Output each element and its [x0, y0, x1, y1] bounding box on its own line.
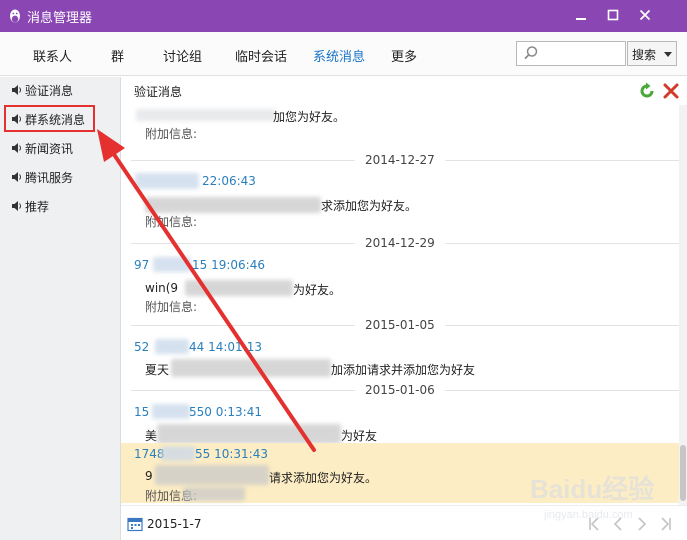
chevron-down-icon	[664, 52, 672, 57]
list-item[interactable]: 97 15 19:06:46 win(9 为好友。 附加信息:	[121, 255, 679, 315]
annotation-highlight-box	[4, 105, 95, 132]
message-time: 15 19:06:46	[192, 258, 265, 272]
date-separator: 2015-01-06	[121, 383, 679, 397]
redacted-text	[136, 109, 276, 121]
sidebar-item-label: 推荐	[25, 200, 50, 214]
speaker-icon	[12, 201, 21, 211]
tab-system-messages[interactable]: 系统消息	[313, 46, 365, 65]
redacted-text	[155, 465, 269, 485]
message-id: 15	[134, 405, 150, 419]
window-title: 消息管理器	[27, 11, 93, 26]
list-item[interactable]: 15 550 0:13:41 美 为好友	[121, 402, 679, 444]
message-time: 44 14:01:13	[189, 340, 262, 354]
list-item[interactable]: 52 44 14:01:13 夏天 加添加请求并添加您为好友	[121, 337, 679, 383]
qq-penguin-icon	[10, 9, 20, 23]
redacted-text	[145, 197, 321, 213]
message-extra: 附加信息:	[145, 215, 198, 229]
tab-bar: 联系人 群 讨论组 临时会话 系统消息 更多 搜索	[0, 32, 687, 76]
message-time: 22:06:43	[202, 174, 256, 188]
message-id: 52	[134, 340, 150, 354]
redacted-text	[153, 257, 191, 272]
calendar-icon[interactable]	[127, 516, 143, 532]
date-label: 2015-01-06	[365, 383, 435, 397]
tab-groups[interactable]: 群	[111, 46, 124, 65]
sidebar-item-label: 新闻资讯	[25, 142, 74, 156]
message-body: 求添加您为好友。	[321, 199, 418, 213]
date-separator: 2014-12-27	[121, 153, 679, 167]
refresh-icon[interactable]	[637, 81, 657, 101]
date-separator: 2014-12-29	[121, 236, 679, 250]
message-body-tail: 为好友。	[293, 283, 342, 297]
sidebar-item-label: 腾讯服务	[25, 171, 74, 185]
redacted-text	[135, 173, 199, 189]
message-time: 55 10:31:43	[195, 447, 268, 461]
maximize-icon	[607, 9, 619, 21]
tab-contacts[interactable]: 联系人	[33, 46, 72, 65]
date-label: 2015-01-05	[365, 318, 435, 332]
message-body: 夏天	[145, 363, 170, 377]
tab-discussion[interactable]: 讨论组	[163, 46, 202, 65]
message-body-tail: 为好友	[341, 429, 378, 443]
sidebar-item-verification[interactable]: 验证消息	[9, 80, 109, 100]
search-button-label: 搜索	[632, 48, 657, 62]
message-body-tail: 加添加请求并添加您为好友	[331, 363, 476, 377]
sidebar-item-recommend[interactable]: 推荐	[9, 196, 109, 216]
close-button[interactable]	[636, 6, 654, 24]
list-item[interactable]: 22:06:43 求添加您为好友。 附加信息:	[121, 171, 679, 229]
sidebar-item-news[interactable]: 新闻资讯	[9, 138, 109, 158]
redacted-text	[161, 446, 195, 461]
search-icon	[524, 46, 538, 60]
date-label: 2014-12-29	[365, 236, 435, 250]
scrollbar-thumb[interactable]	[680, 445, 686, 501]
watermark-url: jingyan.baidu.com	[544, 509, 633, 521]
date-separator: 2015-01-05	[121, 318, 679, 332]
sidebar: 验证消息 群系统消息 新闻资讯 腾讯服务 推荐	[0, 77, 121, 540]
title-bar: 消息管理器	[0, 0, 687, 32]
speaker-icon	[12, 85, 21, 95]
redacted-text	[155, 339, 189, 354]
baidu-watermark: Baidu经验 jingyan.baidu.com	[530, 455, 680, 533]
message-id: 97	[134, 258, 150, 272]
message-body: win(9	[145, 281, 179, 295]
maximize-button[interactable]	[604, 6, 622, 24]
speaker-icon	[12, 143, 21, 153]
message-body: 加您为好友。	[273, 110, 346, 124]
minimize-icon	[576, 18, 586, 20]
redacted-text	[152, 404, 190, 419]
minimize-button[interactable]	[572, 6, 590, 24]
close-icon	[639, 9, 651, 21]
sidebar-item-tencent-service[interactable]: 腾讯服务	[9, 167, 109, 187]
message-body: 9	[145, 469, 153, 483]
section-title: 验证消息	[134, 85, 183, 99]
tab-temp-chat[interactable]: 临时会话	[235, 46, 287, 65]
message-body: 美	[145, 429, 158, 443]
redacted-text	[185, 280, 293, 296]
redacted-text	[171, 359, 331, 377]
date-label: 2014-12-27	[365, 153, 435, 167]
watermark-brand: Baidu经验	[530, 474, 655, 504]
redacted-text	[183, 487, 245, 501]
list-item[interactable]: 加您为好友。 附加信息:	[121, 105, 679, 141]
delete-icon[interactable]	[661, 81, 681, 101]
speaker-icon	[12, 172, 21, 182]
redacted-text	[157, 424, 341, 444]
message-list: 加您为好友。 附加信息: 2014-12-27 22:06:43 求添加您为好友…	[121, 105, 679, 505]
message-extra: 附加信息:	[145, 300, 198, 314]
search-input[interactable]	[539, 43, 627, 64]
tab-more[interactable]: 更多	[391, 46, 417, 65]
message-time: 550 0:13:41	[189, 405, 262, 419]
message-id: 1748	[134, 447, 165, 461]
scrollbar[interactable]	[679, 105, 687, 505]
search-dropdown[interactable]: 搜索	[627, 41, 677, 66]
date-value[interactable]: 2015-1-7	[147, 517, 201, 531]
message-body-tail: 请求添加您为好友。	[269, 471, 378, 485]
sidebar-item-label: 验证消息	[25, 84, 74, 98]
message-extra: 附加信息:	[145, 127, 198, 141]
